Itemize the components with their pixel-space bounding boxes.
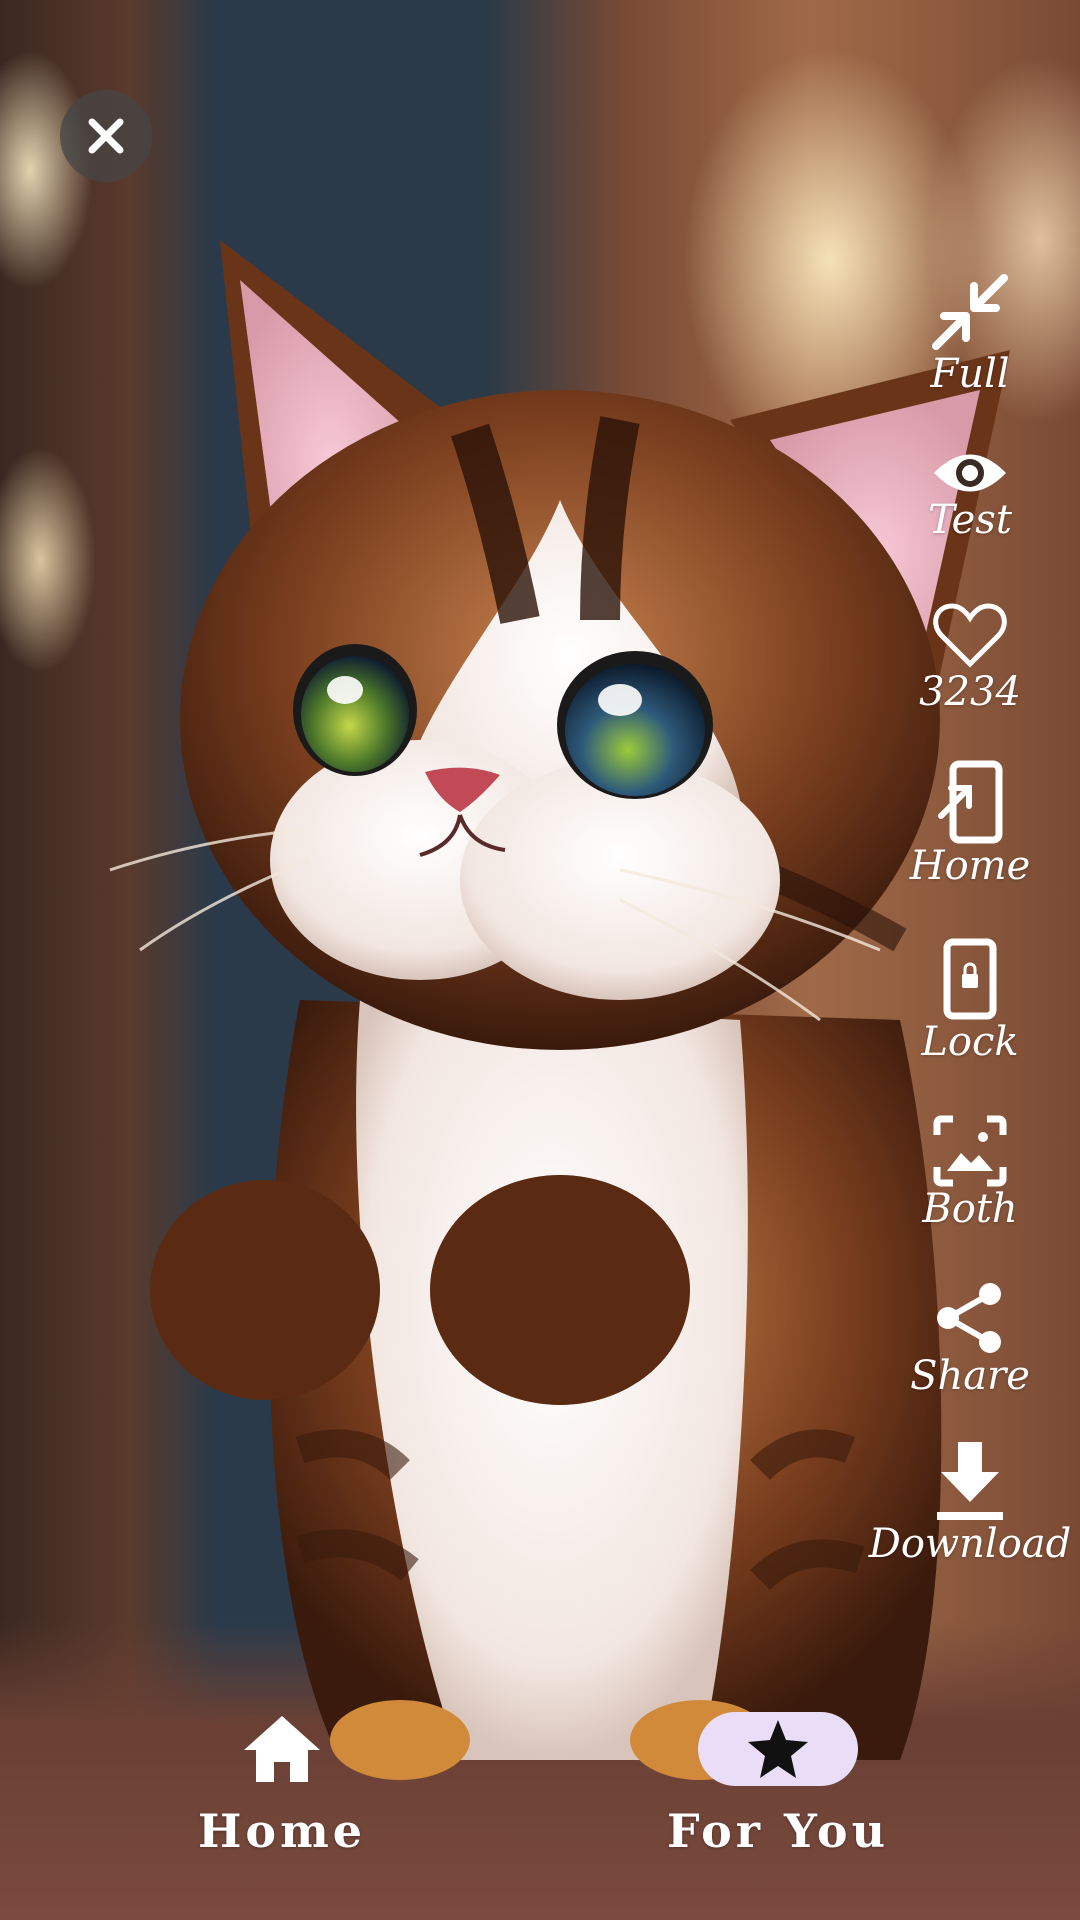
- collapse-arrows-icon: [932, 274, 1008, 350]
- test-button[interactable]: Test: [860, 448, 1080, 542]
- download-button[interactable]: Download: [860, 1438, 1080, 1566]
- home-icon: [244, 1716, 320, 1782]
- nav-home-icon-container: [202, 1712, 362, 1786]
- home-label: Home: [909, 843, 1031, 889]
- set-home-screen-icon: [938, 760, 1003, 844]
- star-icon: [748, 1720, 808, 1778]
- bottom-navigation: Home For You: [0, 1690, 1080, 1920]
- full-button[interactable]: Full: [860, 272, 1080, 396]
- lock-label: Lock: [921, 1019, 1019, 1065]
- download-label: Download: [868, 1521, 1072, 1567]
- share-button[interactable]: Share: [860, 1282, 1080, 1398]
- nav-home-label: Home: [197, 1804, 367, 1858]
- nav-for-you-label: For You: [666, 1804, 890, 1858]
- close-icon: [88, 118, 124, 154]
- nav-for-you-tab[interactable]: For You: [628, 1690, 928, 1858]
- heart-outline-icon: [933, 603, 1007, 668]
- like-button[interactable]: 3234: [860, 600, 1080, 714]
- download-icon: [937, 1442, 1003, 1520]
- image-frame-icon: [933, 1115, 1007, 1187]
- full-label: Full: [930, 351, 1010, 397]
- set-lock-button[interactable]: Lock: [860, 938, 1080, 1064]
- nav-for-you-active-indicator: [698, 1712, 858, 1786]
- share-icon: [937, 1283, 1001, 1353]
- set-home-button[interactable]: Home: [860, 760, 1080, 888]
- close-button[interactable]: [60, 90, 152, 182]
- eye-icon: [934, 454, 1006, 492]
- test-label: Test: [928, 497, 1012, 543]
- nav-home-tab[interactable]: Home: [132, 1690, 432, 1858]
- both-label: Both: [922, 1186, 1018, 1232]
- set-both-button[interactable]: Both: [860, 1115, 1080, 1231]
- share-label: Share: [910, 1353, 1030, 1399]
- lock-screen-icon: [943, 938, 997, 1020]
- like-count: 3234: [919, 669, 1021, 715]
